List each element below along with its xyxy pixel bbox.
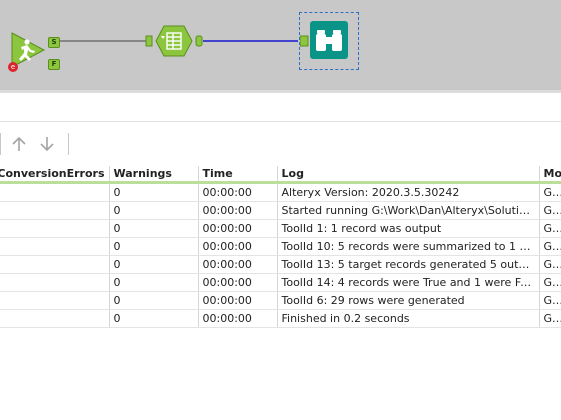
column-header-module[interactable]: Mo <box>539 166 561 184</box>
table-row[interactable]: 0 00:00:00 ToolId 6: 29 rows were genera… <box>0 291 561 310</box>
results-toolbar <box>0 122 561 167</box>
cell-log: ToolId 10: 5 records were summarized to … <box>277 237 540 256</box>
cell-conversion-errors <box>0 219 110 238</box>
cell-log: Started running G:\Work\Dan\Alteryx\Solu… <box>277 201 540 220</box>
workflow-canvas[interactable]: e S F <box>0 0 561 90</box>
cell-warnings: 0 <box>109 219 199 238</box>
cell-time: 00:00:00 <box>198 255 278 274</box>
move-down-button[interactable] <box>36 133 58 155</box>
cell-module: G:\V <box>539 255 561 274</box>
cell-conversion-errors <box>0 182 110 202</box>
cell-module: G:\V <box>539 182 561 202</box>
cell-conversion-errors <box>0 309 110 328</box>
cell-warnings: 0 <box>109 255 199 274</box>
cell-time: 00:00:00 <box>198 309 278 328</box>
cell-warnings: 0 <box>109 201 199 220</box>
column-header-conversion-errors[interactable]: ConversionErrors <box>0 166 110 184</box>
cell-log: Alteryx Version: 2020.3.5.30242 <box>277 182 540 202</box>
output-anchor-s[interactable]: S <box>48 37 60 48</box>
arrow-up-icon <box>12 136 26 151</box>
table-row[interactable]: 0 00:00:00 ToolId 13: 5 target records g… <box>0 255 561 274</box>
cell-module: G:\V <box>539 219 561 238</box>
error-badge: e <box>8 62 18 72</box>
toolbar-separator <box>68 133 69 155</box>
cell-warnings: 0 <box>109 273 199 292</box>
input-anchor <box>145 35 153 47</box>
cell-conversion-errors <box>0 255 110 274</box>
table-row[interactable]: 0 00:00:00 ToolId 14: 4 records were Tru… <box>0 273 561 292</box>
toolbar-separator <box>0 133 1 155</box>
cell-time: 00:00:00 <box>198 201 278 220</box>
cell-log: ToolId 14: 4 records were True and 1 wer… <box>277 273 540 292</box>
table-header-row: ConversionErrors Warnings Time Log Mo <box>0 166 561 184</box>
table-row[interactable]: 0 00:00:00 ToolId 10: 5 records were sum… <box>0 237 561 256</box>
browse-tool[interactable] <box>299 12 359 70</box>
cell-conversion-errors <box>0 237 110 256</box>
table-row[interactable]: 0 00:00:00 Alteryx Version: 2020.3.5.302… <box>0 182 561 202</box>
cell-log: ToolId 13: 5 target records generated 5 … <box>277 255 540 274</box>
cell-time: 00:00:00 <box>198 237 278 256</box>
arrow-down-icon <box>40 137 54 152</box>
cell-module: G:\V <box>539 237 561 256</box>
cell-time: 00:00:00 <box>198 291 278 310</box>
results-header-strip <box>0 93 561 122</box>
table-row[interactable]: 0 00:00:00 ToolId 1: 1 record was output… <box>0 219 561 238</box>
cell-conversion-errors <box>0 201 110 220</box>
cell-conversion-errors <box>0 291 110 310</box>
cell-time: 00:00:00 <box>198 219 278 238</box>
column-header-log[interactable]: Log <box>277 166 540 184</box>
cell-log: ToolId 1: 1 record was output <box>277 219 540 238</box>
cell-time: 00:00:00 <box>198 273 278 292</box>
cell-warnings: 0 <box>109 237 199 256</box>
column-header-warnings[interactable]: Warnings <box>109 166 199 184</box>
table-row[interactable]: 0 00:00:00 Started running G:\Work\Dan\A… <box>0 201 561 220</box>
cell-log: Finished in 0.2 seconds <box>277 309 540 328</box>
cell-warnings: 0 <box>109 182 199 202</box>
table-row[interactable]: 0 00:00:00 Finished in 0.2 seconds G:\V <box>0 309 561 328</box>
cell-module: G:\V <box>539 291 561 310</box>
cell-warnings: 0 <box>109 309 199 328</box>
cell-warnings: 0 <box>109 291 199 310</box>
column-header-time[interactable]: Time <box>198 166 278 184</box>
results-table: ConversionErrors Warnings Time Log Mo 0 … <box>0 166 561 328</box>
cell-module: G:\V <box>539 273 561 292</box>
output-anchor-f[interactable]: F <box>48 59 60 70</box>
cell-log: ToolId 6: 29 rows were generated <box>277 291 540 310</box>
cell-module: G:\V <box>539 201 561 220</box>
move-up-button[interactable] <box>8 133 30 155</box>
cell-module: G:\V <box>539 309 561 328</box>
output-anchor <box>195 35 203 47</box>
cell-time: 00:00:00 <box>198 182 278 202</box>
summarize-tool[interactable] <box>144 24 204 58</box>
input-anchor <box>299 35 309 47</box>
cell-conversion-errors <box>0 273 110 292</box>
